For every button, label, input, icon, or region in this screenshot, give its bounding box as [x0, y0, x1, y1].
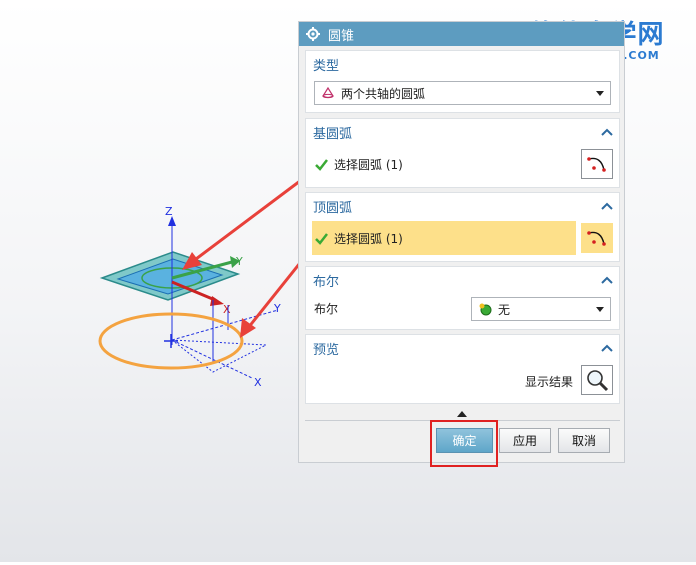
base-arc-select-text: 选择圆弧 (1)	[334, 157, 403, 172]
arc-icon	[587, 231, 606, 246]
type-section: 类型 两个共轴的圆弧	[305, 50, 620, 113]
type-section-header: 类型	[306, 51, 619, 77]
caret-up-icon[interactable]	[457, 411, 467, 417]
apply-button[interactable]: 应用	[499, 428, 551, 453]
boolean-field-label: 布尔	[314, 301, 339, 316]
y-axis-label: Y	[235, 255, 243, 268]
z-axis-label: Z	[165, 205, 173, 218]
boolean-section: 布尔 布尔 无	[305, 266, 620, 330]
chevron-down-icon[interactable]	[596, 91, 604, 96]
cone-icon	[322, 87, 334, 99]
x-axis-label: X	[223, 303, 231, 316]
boolean-dropdown-value: 无	[498, 302, 511, 317]
base-arc-header[interactable]: 基圆弧	[306, 119, 619, 145]
select-arc-button[interactable]	[581, 149, 613, 179]
top-arc-section: 顶圆弧 选择圆弧 (1)	[305, 192, 620, 262]
select-arc-button-active[interactable]	[581, 223, 613, 253]
base-arc-section: 基圆弧 选择圆弧 (1)	[305, 118, 620, 188]
check-icon	[315, 158, 328, 171]
lower-x-axis-label: X	[254, 376, 262, 389]
base-arc-select-row[interactable]: 选择圆弧 (1)	[306, 147, 619, 181]
cone-dialog: 圆锥 类型 两个共轴的圆弧 基圆弧 选择圆弧 (1) 顶圆弧 选择圆弧 (1) …	[298, 21, 625, 463]
type-section-label: 类型	[313, 58, 340, 74]
boolean-dropdown[interactable]: 无	[471, 297, 611, 321]
type-dropdown[interactable]: 两个共轴的圆弧	[314, 81, 611, 105]
cancel-button[interactable]: 取消	[558, 428, 610, 453]
collapse-icon[interactable]	[601, 202, 613, 210]
boolean-header-label: 布尔	[313, 274, 340, 290]
gear-icon[interactable]	[306, 27, 320, 41]
preview-section: 预览 显示结果	[305, 334, 620, 404]
top-arc-header[interactable]: 顶圆弧	[306, 193, 619, 219]
lower-y-axis-label: Y	[273, 302, 281, 315]
top-arc-select-row[interactable]: 选择圆弧 (1)	[312, 221, 576, 255]
highlight-box	[430, 420, 498, 467]
collapse-icon[interactable]	[601, 128, 613, 136]
show-result-label: 显示结果	[524, 375, 573, 389]
boolean-header[interactable]: 布尔	[306, 267, 619, 293]
show-result-button[interactable]	[581, 365, 613, 395]
chevron-down-icon[interactable]	[596, 307, 604, 312]
top-arc-select-text: 选择圆弧 (1)	[334, 231, 403, 246]
magnifier-icon	[587, 370, 609, 392]
x-axis-handle-head	[210, 296, 224, 306]
arc-icon	[587, 157, 606, 172]
preview-header[interactable]: 预览	[306, 335, 619, 361]
dialog-title: 圆锥	[328, 28, 355, 44]
top-arc-label: 顶圆弧	[313, 200, 353, 216]
preview-header-label: 预览	[313, 342, 340, 358]
check-icon	[315, 232, 328, 245]
type-dropdown-value: 两个共轴的圆弧	[341, 86, 426, 101]
collapse-icon[interactable]	[601, 276, 613, 284]
collapse-icon[interactable]	[601, 344, 613, 352]
dialog-titlebar[interactable]: 圆锥	[299, 22, 624, 46]
base-arc-label: 基圆弧	[313, 126, 353, 142]
pointer-arrow-top	[191, 170, 313, 264]
boolean-none-icon	[479, 303, 492, 316]
